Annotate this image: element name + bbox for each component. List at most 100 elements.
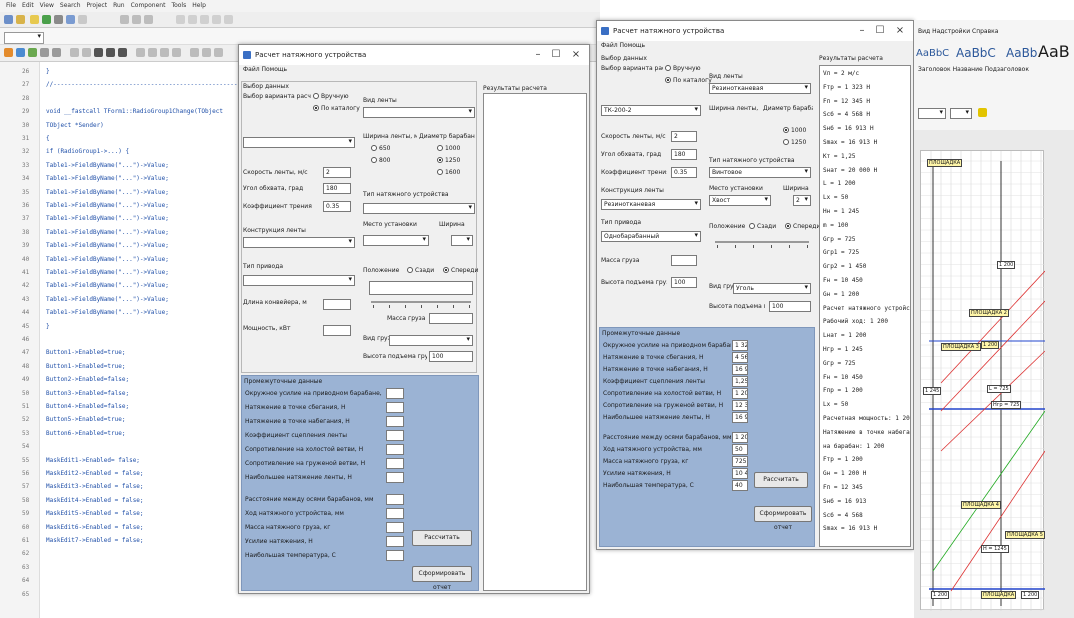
component-icon-3[interactable] — [200, 15, 209, 24]
width-combo[interactable]: 2 — [793, 195, 811, 206]
conveyor-combo[interactable]: Резинотканевая — [601, 199, 701, 210]
component-icon-grid[interactable] — [118, 48, 127, 57]
dialog2-menu[interactable]: Файл Помощь — [601, 42, 645, 49]
radio-drum-1000[interactable] — [783, 127, 789, 133]
component-icon-shape[interactable] — [160, 48, 169, 57]
minimize-icon[interactable]: – — [531, 49, 545, 60]
minimize-icon[interactable]: – — [855, 25, 869, 36]
power-input[interactable] — [323, 325, 351, 336]
radio-calc-catalog[interactable] — [665, 77, 671, 83]
radio-position-back[interactable] — [749, 223, 755, 229]
style-heading2[interactable]: AaBb — [1006, 46, 1037, 60]
component-icon-radio[interactable] — [52, 48, 61, 57]
component-icon-list[interactable] — [70, 48, 79, 57]
radio-position-back[interactable] — [407, 267, 413, 273]
close-icon[interactable]: × — [893, 25, 907, 36]
ide-menu-item[interactable]: Project — [87, 0, 108, 12]
highlight-icon[interactable] — [978, 108, 987, 117]
radio-position-front[interactable] — [785, 223, 791, 229]
angle-input[interactable]: 180 — [323, 183, 351, 194]
component-icon-label[interactable] — [4, 48, 13, 57]
dialog1-titlebar[interactable]: Расчет натяжного устройства – ☐ × — [239, 45, 589, 65]
trace-icon[interactable] — [78, 15, 87, 24]
length-input[interactable] — [323, 299, 351, 310]
ide-menu-item[interactable]: Tools — [171, 0, 186, 12]
radio-drum-1000[interactable] — [437, 145, 443, 151]
tension-combo[interactable] — [363, 203, 475, 214]
ide-object-combo[interactable] — [4, 32, 44, 44]
results-memo[interactable] — [483, 93, 587, 591]
ide-menu-item[interactable]: Edit — [22, 0, 34, 12]
belt-combo[interactable]: Резинотканевая — [709, 83, 811, 94]
style-title[interactable]: AaB — [1038, 42, 1070, 61]
radio-position-front[interactable] — [443, 267, 449, 273]
component-icon-edit[interactable] — [16, 48, 25, 57]
height-input-2[interactable]: 100 — [769, 301, 811, 312]
calculate-button[interactable]: Рассчитать — [412, 530, 472, 546]
palette-icon-3[interactable] — [144, 15, 153, 24]
position-slider[interactable] — [371, 301, 471, 303]
ide-menu-item[interactable]: Run — [113, 0, 125, 12]
ide-menu-item[interactable]: File — [6, 0, 16, 12]
component-icon-group[interactable] — [106, 48, 115, 57]
style-heading1[interactable]: AaBbC — [956, 46, 996, 60]
ide-menu-item[interactable]: Component — [131, 0, 166, 12]
radio-width-800[interactable] — [371, 157, 377, 163]
height-input[interactable]: 100 — [671, 277, 697, 288]
height-input[interactable]: 100 — [429, 351, 473, 362]
word-page[interactable]: ПЛОЩАДКА 1 200 ПЛОЩАДКА 21 200 ПЛОЩАДКА 3L … — [920, 150, 1045, 611]
component-icon-1[interactable] — [176, 15, 185, 24]
run-icon[interactable] — [42, 15, 51, 24]
component-icon-table[interactable] — [190, 48, 199, 57]
pause-icon[interactable] — [54, 15, 63, 24]
radio-width-650[interactable] — [371, 145, 377, 151]
zoom-combo[interactable] — [950, 108, 972, 119]
open-icon[interactable] — [16, 15, 25, 24]
coef-input[interactable]: 0.35 — [323, 201, 351, 212]
speed-input[interactable]: 2 — [671, 131, 697, 142]
results-memo[interactable]: Vл = 2 м/с Fтр = 1 323 Н Fп = 12 345 Н Sсб … — [819, 65, 911, 547]
weight-input[interactable] — [671, 255, 697, 266]
ribbon-tabs[interactable]: Вид Надстройки Справка — [918, 28, 998, 35]
new-icon[interactable] — [4, 15, 13, 24]
component-icon-report[interactable] — [214, 48, 223, 57]
cargo-combo[interactable] — [389, 335, 473, 346]
report-button[interactable]: Сформировать отчет — [412, 566, 472, 591]
radio-drum-1250[interactable] — [437, 157, 443, 163]
place-combo[interactable]: Хвост — [709, 195, 771, 206]
report-button[interactable]: Сформировать отчет — [754, 506, 812, 531]
component-icon-memo[interactable] — [136, 48, 145, 57]
ide-menu-item[interactable]: View — [40, 0, 54, 12]
radio-calc-manual[interactable] — [665, 65, 671, 71]
calculate-button[interactable]: Рассчитать — [754, 472, 808, 488]
radio-drum-1250[interactable] — [783, 139, 789, 145]
component-icon-panel[interactable] — [94, 48, 103, 57]
radio-calc-manual[interactable] — [313, 93, 319, 99]
width-combo[interactable] — [451, 235, 473, 246]
component-icon-button[interactable] — [28, 48, 37, 57]
step-icon[interactable] — [66, 15, 75, 24]
maximize-icon[interactable]: ☐ — [873, 25, 887, 36]
belt-combo[interactable] — [363, 107, 475, 118]
font-size-combo[interactable] — [918, 108, 946, 119]
component-icon-timer[interactable] — [172, 48, 181, 57]
drive-combo[interactable] — [243, 275, 355, 286]
cargo-combo[interactable]: Уголь — [733, 283, 811, 294]
dialog2-titlebar[interactable]: Расчет натяжного устройства – ☐ × — [597, 21, 913, 41]
radio-drum-1600[interactable] — [437, 169, 443, 175]
ide-menu-item[interactable]: Help — [192, 0, 206, 12]
component-icon-4[interactable] — [212, 15, 221, 24]
drive-combo[interactable]: Однобарабанный — [601, 231, 701, 242]
coef-input[interactable]: 0.35 — [671, 167, 697, 178]
save-icon[interactable] — [30, 15, 39, 24]
dialog1-menu[interactable]: Файл Помощь — [243, 66, 287, 73]
component-icon-query[interactable] — [202, 48, 211, 57]
dialog1-type-combo[interactable] — [243, 137, 355, 148]
radio-calc-catalog[interactable] — [313, 105, 319, 111]
tension-combo[interactable]: Винтовое — [709, 167, 811, 178]
position-slider[interactable] — [715, 241, 809, 243]
speed-input[interactable]: 2 — [323, 167, 351, 178]
component-icon-combo[interactable] — [82, 48, 91, 57]
ide-menu-item[interactable]: Search — [60, 0, 81, 12]
style-normal[interactable]: AaBbC — [916, 48, 949, 59]
